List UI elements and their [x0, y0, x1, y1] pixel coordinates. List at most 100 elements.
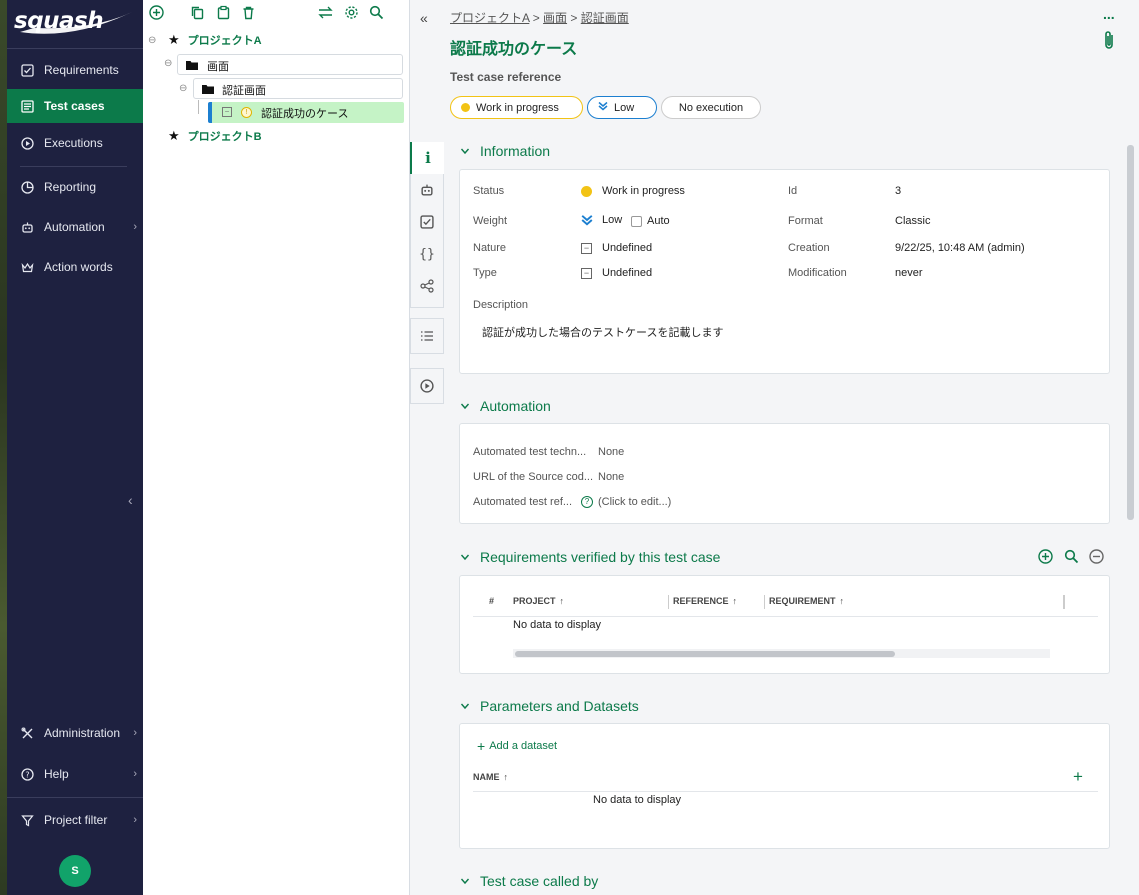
column-header-index[interactable]: # [489, 596, 494, 606]
status-pill-label: Work in progress [476, 101, 559, 114]
nav-item-help[interactable]: ? Help › [7, 757, 143, 791]
tree-project-b[interactable]: ★ プロジェクトB [168, 126, 262, 146]
paste-icon[interactable] [214, 3, 232, 21]
help-circle-icon[interactable]: ? [581, 496, 593, 508]
tree-folder-auth[interactable]: 認証画面 [193, 78, 403, 99]
nav-divider [20, 166, 127, 167]
nav-item-reporting[interactable]: Reporting [7, 170, 143, 204]
nature-label: Nature [473, 242, 507, 254]
tree-folder-screen[interactable]: 画面 [177, 54, 403, 75]
section-title: Information [480, 143, 551, 159]
sort-arrow-icon: ↑ [732, 596, 738, 606]
status-value[interactable]: Work in progress [581, 185, 685, 197]
weight-pill[interactable]: Low [587, 96, 657, 119]
weight-value[interactable]: Low [581, 214, 622, 226]
anchor-parameters[interactable]: {} [410, 238, 444, 270]
nav-item-automation[interactable]: Automation › [7, 210, 143, 244]
called-by-section-header[interactable]: Test case called by [460, 873, 598, 889]
information-card: Status Work in progress Weight Low Auto … [459, 169, 1110, 374]
collapse-toggle[interactable]: ⊖ [179, 84, 188, 94]
chevron-right-icon: › [133, 727, 137, 739]
copy-icon[interactable] [188, 3, 206, 21]
nav-item-action-words[interactable]: Action words [7, 250, 143, 284]
attachment-icon[interactable] [1102, 30, 1116, 55]
anchor-automation[interactable] [410, 174, 444, 206]
parameters-section-header[interactable]: Parameters and Datasets [460, 698, 639, 714]
project-label: プロジェクトA [187, 35, 262, 47]
folder-label: 画面 [207, 61, 229, 73]
main-navigation: squash Requirements Test cases Execution… [0, 0, 143, 895]
svg-text:?: ? [25, 770, 29, 779]
anchor-called-by[interactable] [410, 270, 444, 302]
column-header-project[interactable]: PROJECT ↑ [513, 596, 564, 606]
page-title: 認証成功のケース [450, 41, 578, 58]
user-avatar[interactable]: S [59, 855, 91, 887]
format-value[interactable]: Classic [895, 215, 930, 227]
remove-requirement-icon[interactable] [1089, 549, 1104, 567]
search-icon[interactable] [367, 3, 385, 21]
squash-logo[interactable]: squash [14, 6, 134, 38]
status-dot-icon [461, 103, 470, 112]
empty-table-message: No data to display [593, 794, 682, 806]
nav-item-administration[interactable]: Administration › [7, 716, 143, 750]
breadcrumb: プロジェクトA > 画面 > 認証画面 [450, 9, 629, 26]
transfer-icon[interactable] [316, 3, 334, 21]
source-url-value[interactable]: None [598, 471, 624, 483]
chevron-down-icon [460, 876, 470, 886]
column-divider [764, 595, 765, 609]
anchor-steps[interactable] [410, 320, 444, 352]
test-case-detail: « プロジェクトA > 画面 > 認証画面 ... 認証成功のケース Test … [410, 0, 1139, 895]
description-value[interactable]: 認証が成功した場合のテストケースを記載します [482, 324, 723, 340]
requirements-card: # PROJECT ↑ REFERENCE ↑ REQUIREMENT ↑ No… [459, 575, 1110, 674]
tools-icon [20, 726, 35, 741]
breadcrumb-subfolder[interactable]: 認証画面 [581, 11, 629, 25]
automation-card: Automated test techn... None URL of the … [459, 423, 1110, 524]
test-case-tree-panel: ⊖ ★ プロジェクトA ⊖ 画面 ⊖ 認証画面 − ! 認証成功のケース ★ プ… [143, 0, 410, 895]
nav-item-project-filter[interactable]: Project filter › [7, 803, 143, 837]
requirements-section-header[interactable]: Requirements verified by this test case [460, 549, 720, 565]
column-header-requirement[interactable]: REQUIREMENT ↑ [769, 596, 844, 606]
nav-item-requirements[interactable]: Requirements [7, 53, 143, 87]
collapse-toggle[interactable]: ⊖ [164, 59, 173, 69]
column-header-reference[interactable]: REFERENCE ↑ [673, 596, 737, 606]
gear-icon[interactable] [342, 3, 360, 21]
breadcrumb-project[interactable]: プロジェクトA [450, 11, 529, 25]
chevron-right-icon: › [133, 814, 137, 826]
add-icon[interactable] [147, 3, 165, 21]
breadcrumb-folder[interactable]: 画面 [543, 11, 567, 25]
automation-section-header[interactable]: Automation [460, 398, 551, 414]
auto-checkbox[interactable]: Auto [631, 215, 670, 227]
test-case-reference[interactable]: Test case reference [450, 70, 561, 84]
nav-item-test-cases[interactable]: Test cases [7, 89, 143, 123]
automation-tech-value[interactable]: None [598, 446, 624, 458]
execution-pill[interactable]: No execution [661, 96, 761, 119]
add-parameter-icon[interactable]: + [1073, 767, 1083, 787]
automated-ref-value[interactable]: (Click to edit...) [598, 496, 671, 508]
tree-project-a[interactable]: ★ プロジェクトA [168, 30, 262, 50]
add-dataset-button[interactable]: + Add a dataset [477, 738, 557, 754]
type-value[interactable]: − Undefined [581, 267, 652, 279]
anchor-information[interactable]: i [410, 142, 444, 174]
collapse-panel-icon[interactable]: « [420, 10, 428, 26]
tree-test-case-selected[interactable]: − ! 認証成功のケース [208, 102, 404, 123]
play-circle-icon [420, 379, 434, 393]
parameters-card: + Add a dataset NAME ↑ + No data to disp… [459, 723, 1110, 849]
information-section-header[interactable]: Information [460, 143, 551, 159]
collapse-nav-icon[interactable]: ‹ [128, 492, 133, 508]
delete-icon[interactable] [239, 3, 257, 21]
status-pill[interactable]: Work in progress [450, 96, 583, 119]
anchor-requirements[interactable] [410, 206, 444, 238]
pie-chart-icon [20, 180, 35, 195]
nav-item-executions[interactable]: Executions [7, 126, 143, 160]
vertical-scrollbar-thumb[interactable] [1127, 145, 1134, 520]
nature-value[interactable]: − Undefined [581, 242, 652, 254]
checkbox-icon [20, 63, 35, 78]
test-cases-icon [20, 99, 35, 114]
collapse-toggle[interactable]: ⊖ [148, 36, 157, 46]
anchor-executions[interactable] [410, 370, 444, 402]
add-requirement-icon[interactable] [1038, 549, 1053, 567]
more-menu-icon[interactable]: ... [1103, 6, 1115, 22]
horizontal-scrollbar-thumb[interactable] [515, 651, 895, 657]
search-requirement-icon[interactable] [1064, 549, 1079, 567]
column-header-name[interactable]: NAME ↑ [473, 772, 508, 782]
